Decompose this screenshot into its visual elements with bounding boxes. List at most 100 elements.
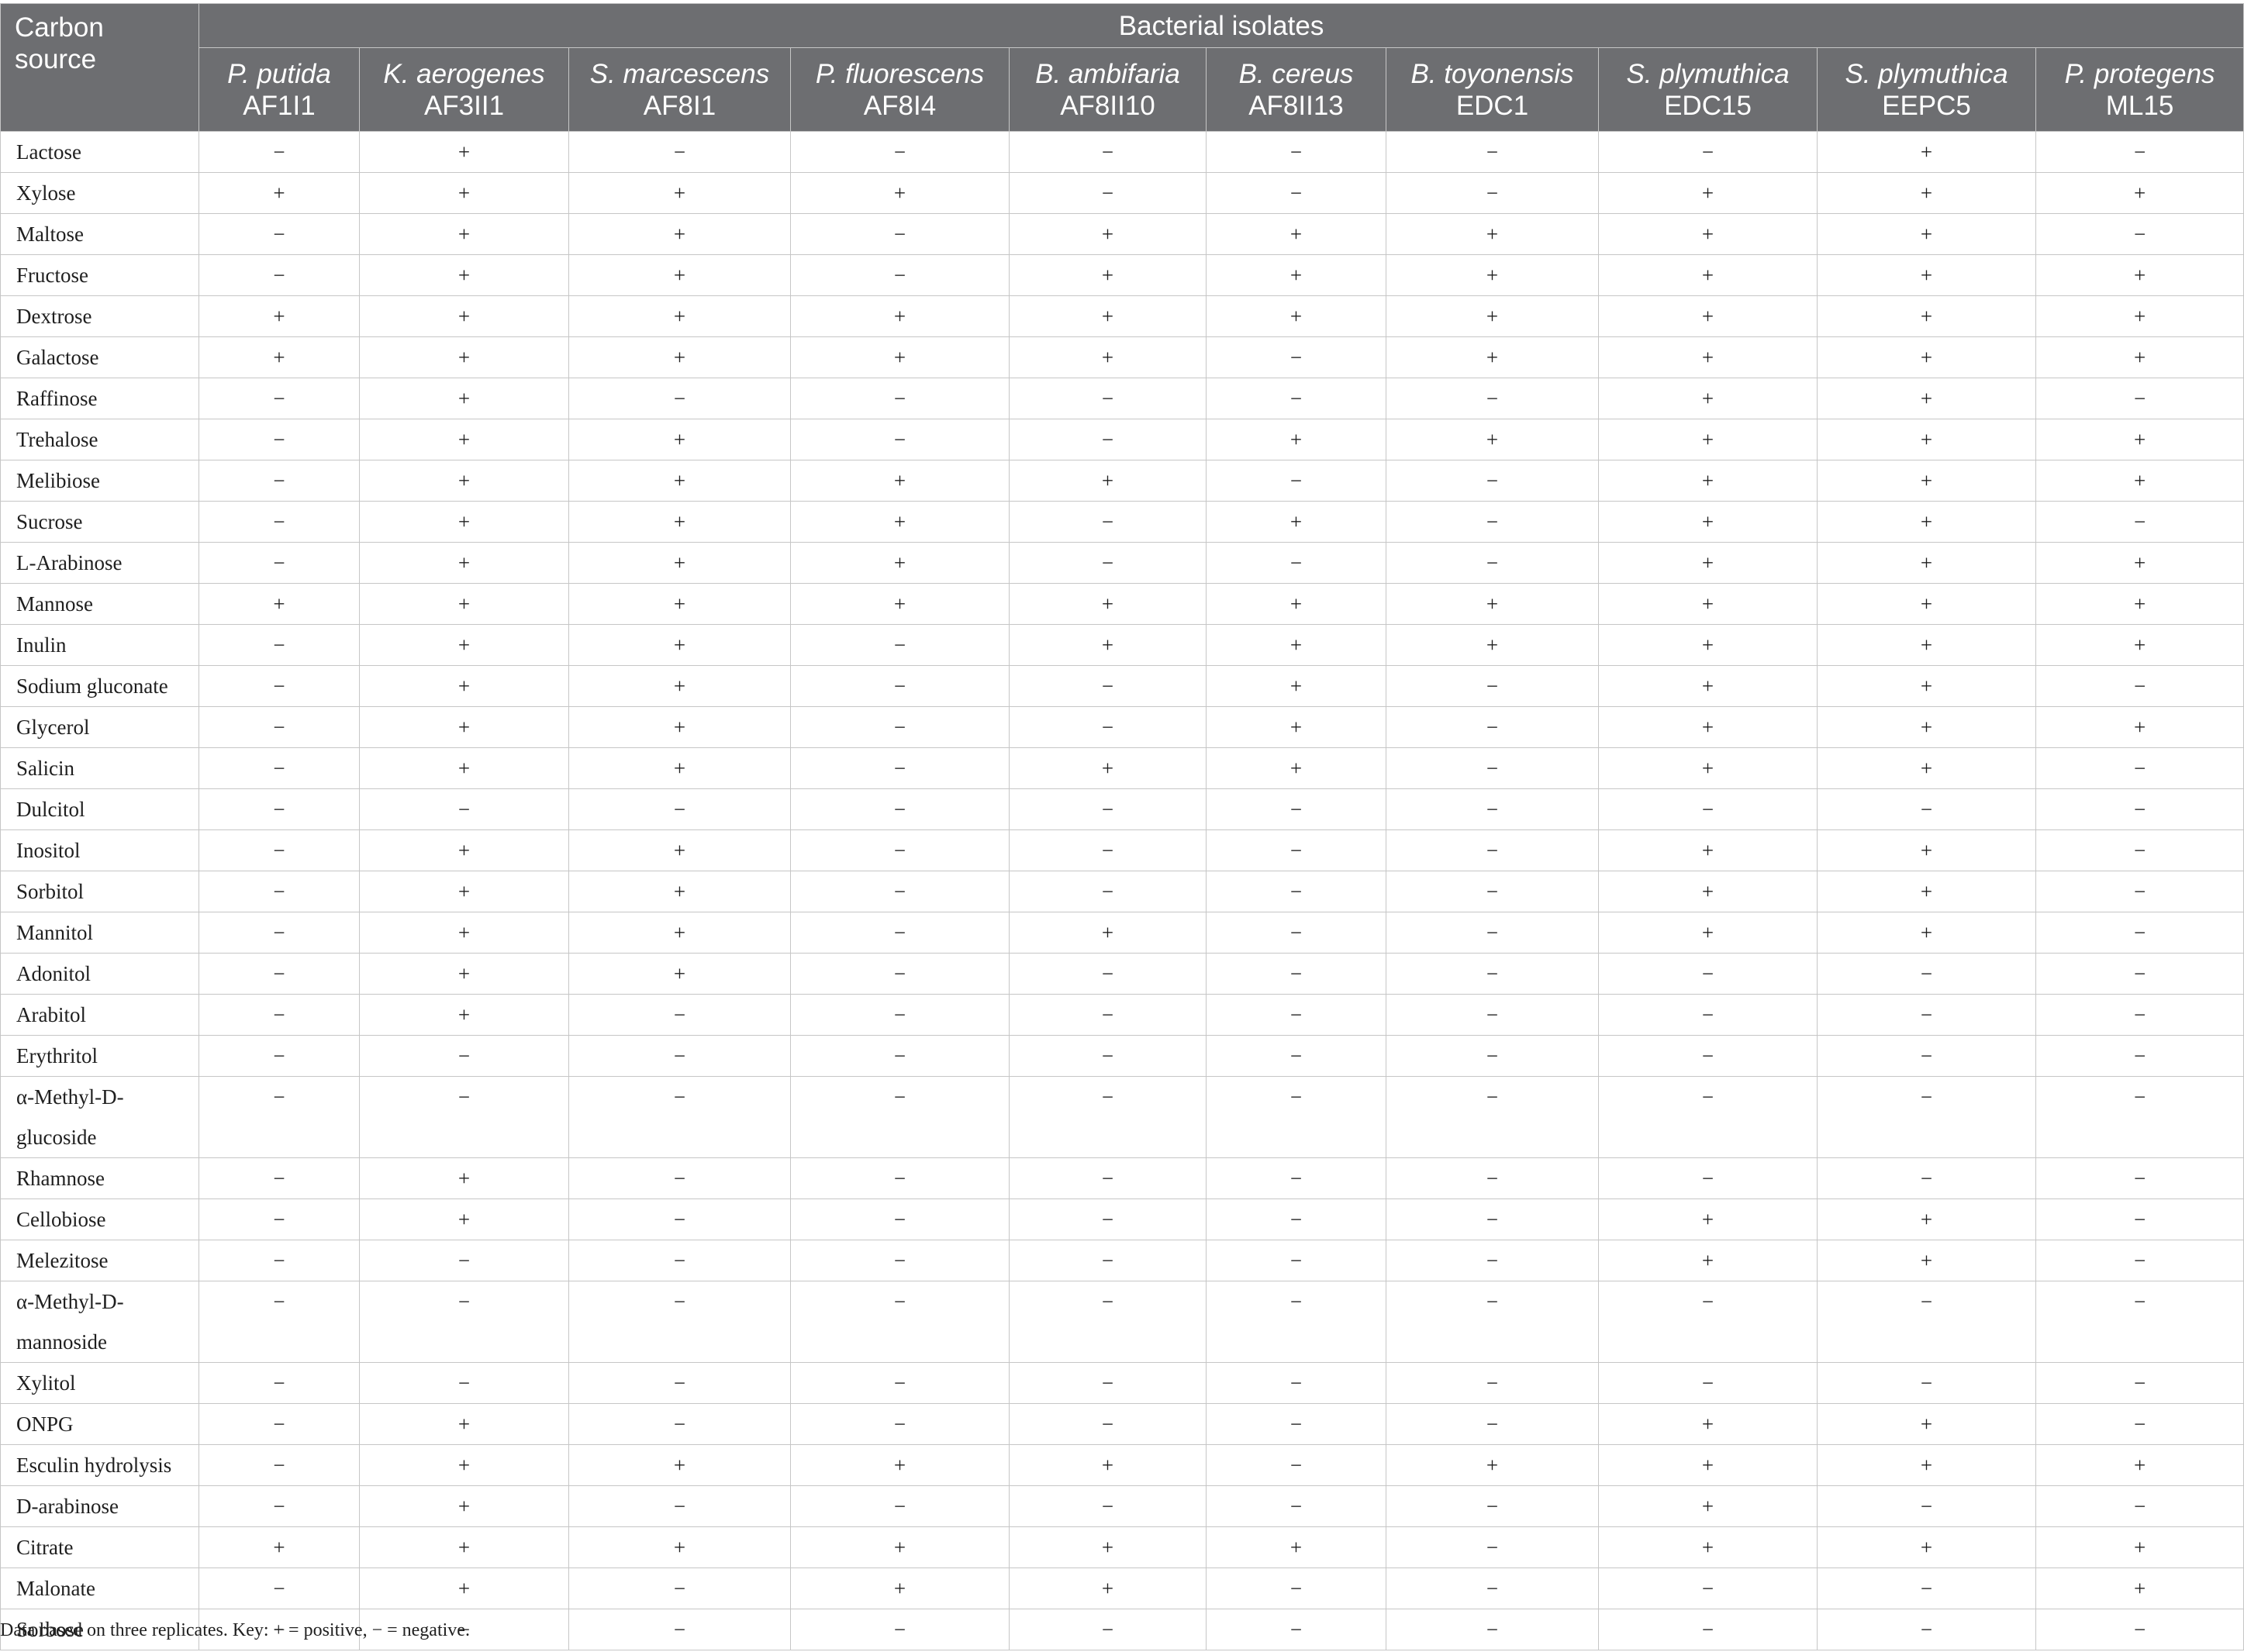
result-cell: −	[1598, 994, 1818, 1036]
result-cell: +	[1817, 912, 2036, 954]
carbon-source-cell: Trehalose	[0, 419, 199, 460]
result-cell: +	[2035, 1568, 2244, 1609]
result-cell: +	[199, 172, 360, 214]
table-row: Adonitol − + + − − − − − − −	[0, 953, 2244, 995]
result-cell: +	[1598, 871, 1818, 912]
result-cell: −	[2035, 213, 2244, 255]
result-cell: +	[2035, 583, 2244, 625]
result-cell: −	[1386, 1403, 1599, 1445]
result-cell: +	[1598, 624, 1818, 666]
carbon-source-cell: Galactose	[0, 336, 199, 378]
result-cell: −	[199, 829, 360, 871]
isolate-species-name: B. ambifaria	[1035, 58, 1180, 89]
result-cell: +	[1386, 419, 1599, 460]
result-cell: −	[1009, 1609, 1207, 1650]
result-cell: −	[199, 460, 360, 502]
result-cell: +	[568, 1444, 791, 1486]
result-cell: −	[568, 1609, 791, 1650]
result-cell: −	[568, 1281, 791, 1363]
isolate-strain-code: AF1I1	[243, 90, 316, 121]
result-cell: −	[1206, 1485, 1386, 1527]
result-cell: +	[359, 1568, 569, 1609]
carbon-source-cell: Raffinose	[0, 378, 199, 419]
table-row: Mannitol − + + − + − − + + −	[0, 912, 2244, 954]
carbon-source-cell: Inositol	[0, 829, 199, 871]
result-cell: +	[359, 542, 569, 584]
result-cell: −	[790, 747, 1010, 789]
result-cell: +	[1598, 747, 1818, 789]
result-cell: −	[1206, 1609, 1386, 1650]
result-cell: −	[2035, 1609, 2244, 1650]
result-cell: −	[790, 953, 1010, 995]
table-row: Xylitol − − − − − − − − − −	[0, 1362, 2244, 1404]
result-cell: −	[1817, 953, 2036, 995]
table-row: Sodium gluconate − + + − − + − + + −	[0, 665, 2244, 707]
result-cell: +	[1817, 871, 2036, 912]
table-header: Carbon source Bacterial isolates P. puti…	[0, 3, 2244, 132]
result-cell: −	[790, 1281, 1010, 1363]
result-cell: −	[568, 1076, 791, 1158]
result-cell: −	[199, 1444, 360, 1486]
carbon-source-cell: Cellobiose	[0, 1198, 199, 1240]
result-cell: −	[1598, 131, 1818, 173]
result-cell: −	[1009, 665, 1207, 707]
result-cell: +	[1206, 501, 1386, 543]
result-cell: −	[2035, 1198, 2244, 1240]
result-cell: −	[199, 706, 360, 748]
result-cell: −	[1386, 665, 1599, 707]
result-cell: +	[2035, 254, 2244, 296]
result-cell: +	[1817, 131, 2036, 173]
result-cell: −	[1386, 1240, 1599, 1281]
result-cell: +	[1386, 583, 1599, 625]
result-cell: +	[359, 624, 569, 666]
isolate-species-name: B. cereus	[1238, 58, 1354, 89]
result-cell: −	[790, 1198, 1010, 1240]
result-cell: +	[568, 1526, 791, 1568]
result-cell: +	[790, 1568, 1010, 1609]
carbon-source-cell: Salicin	[0, 747, 199, 789]
result-cell: +	[359, 871, 569, 912]
result-cell: −	[1817, 1157, 2036, 1199]
isolate-column-header: B. ambifaria AF8II10	[1009, 47, 1207, 132]
result-cell: +	[568, 172, 791, 214]
result-cell: +	[359, 460, 569, 502]
isolate-strain-code: AF8I1	[643, 90, 716, 121]
result-cell: −	[1817, 1485, 2036, 1527]
result-cell: −	[1009, 706, 1207, 748]
result-cell: −	[1009, 1240, 1207, 1281]
result-cell: −	[790, 788, 1010, 830]
result-cell: +	[359, 419, 569, 460]
result-cell: −	[1009, 871, 1207, 912]
result-cell: +	[568, 295, 791, 337]
result-cell: −	[199, 624, 360, 666]
result-cell: −	[790, 665, 1010, 707]
result-cell: +	[1598, 378, 1818, 419]
result-cell: −	[359, 1076, 569, 1158]
isolate-column-header: B. toyonensis EDC1	[1386, 47, 1599, 132]
header-row-isolates: P. putida AF1I1 K. aerogenes AF3II1 S. marce…	[1, 47, 2244, 132]
result-cell: +	[1598, 172, 1818, 214]
carbon-source-cell: Dulcitol	[0, 788, 199, 830]
result-cell: +	[568, 583, 791, 625]
result-cell: −	[359, 1362, 569, 1404]
result-cell: +	[1009, 624, 1207, 666]
carbon-source-column-header: Carbon source	[0, 3, 199, 132]
result-cell: +	[1817, 1240, 2036, 1281]
table-row: Sucrose − + + + − + − + + −	[0, 501, 2244, 543]
result-cell: −	[1009, 1198, 1207, 1240]
result-cell: −	[1386, 1609, 1599, 1650]
result-cell: −	[1009, 172, 1207, 214]
result-cell: −	[1386, 1362, 1599, 1404]
result-cell: −	[1206, 1198, 1386, 1240]
result-cell: +	[2035, 1444, 2244, 1486]
result-cell: −	[790, 1485, 1010, 1527]
result-cell: +	[568, 254, 791, 296]
result-cell: +	[1009, 460, 1207, 502]
isolate-species-name: B. toyonensis	[1410, 58, 1574, 89]
carbon-source-table: Carbon source Bacterial isolates P. puti…	[0, 3, 2244, 1650]
result-cell: −	[1009, 788, 1207, 830]
result-cell: −	[199, 871, 360, 912]
result-cell: −	[1206, 953, 1386, 995]
table-row: Erythritol − − − − − − − − − −	[0, 1035, 2244, 1077]
result-cell: +	[1817, 501, 2036, 543]
